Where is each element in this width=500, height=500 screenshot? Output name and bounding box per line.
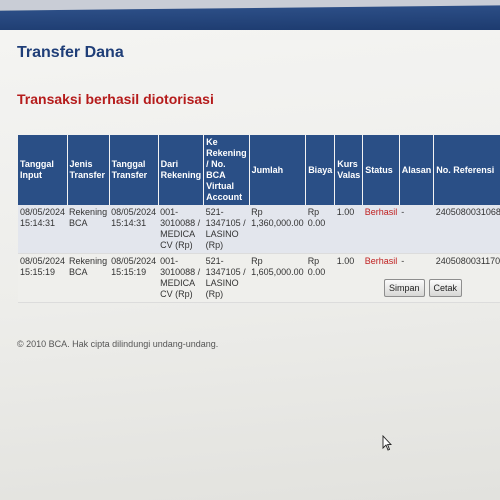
cell-jumlah: Rp 1,360,000.00 [249,205,306,254]
table-row: 08/05/2024 15:14:31 Rekening BCA 08/05/202… [18,205,500,254]
header-no-referensi: No. Referensi [433,135,500,205]
page-title: Transfer Dana [17,44,124,61]
cell-no-referensi: 24050800310684 [433,205,500,254]
transaction-table: Tanggal Input Jenis Transfer Tanggal Transf… [18,135,500,303]
header-jenis-transfer: Jenis Transfer [67,135,110,205]
cell-tanggal-input: 08/05/2024 15:15:19 [18,253,68,303]
cell-tanggal-transfer: 08/05/2024 15:14:31 [109,205,159,254]
header-jumlah: Jumlah [249,135,307,205]
cell-tanggal-transfer: 08/05/2024 15:15:19 [109,253,159,303]
cell-status: Berhasil [362,205,400,254]
cell-alasan: - [399,205,434,254]
header-kurs-valas: Kurs Valas [334,135,364,205]
cell-kurs: 1.00 [334,205,363,254]
cell-dari-rekening: 001-3010088 / MEDICA CV (Rp) [158,205,204,254]
cell-tanggal-input: 08/05/2024 15:14:31 [18,205,68,254]
action-buttons: Simpan Cetak [384,279,463,297]
cell-jenis: Rekening BCA [67,253,110,303]
copyright-footer: © 2010 BCA. Hak cipta dilindungi undang-… [17,339,219,349]
header-dari-rekening: Dari Rekening [158,135,205,205]
cell-ke-rekening: 521-1347105 / LASINO (Rp) [203,205,250,254]
print-button[interactable]: Cetak [428,279,463,297]
table-header-row: Tanggal Input Jenis Transfer Tanggal Transf… [18,135,500,205]
header-tanggal-input: Tanggal Input [18,135,68,205]
cell-kurs: 1.00 [334,253,363,303]
save-button[interactable]: Simpan [384,279,425,297]
cell-biaya: Rp 0.00 [305,205,335,254]
header-status: Status [362,135,400,205]
status-message: Transaksi berhasil diotorisasi [17,91,214,107]
cell-dari-rekening: 001-3010088 / MEDICA CV (Rp) [158,253,204,303]
header-alasan: Alasan [399,135,435,205]
cell-jumlah: Rp 1,605,000.00 [249,253,306,303]
mouse-pointer-icon [382,434,393,456]
header-ke-rekening: Ke Rekening / No. BCA Virtual Account [203,135,250,205]
header-biaya: Biaya [305,135,336,205]
cell-jenis: Rekening BCA [67,205,110,254]
cell-biaya: Rp 0.00 [305,253,335,303]
header-tanggal-transfer: Tanggal Transfer [109,135,159,205]
cell-ke-rekening: 521-1347105 / LASINO (Rp) [203,253,250,303]
